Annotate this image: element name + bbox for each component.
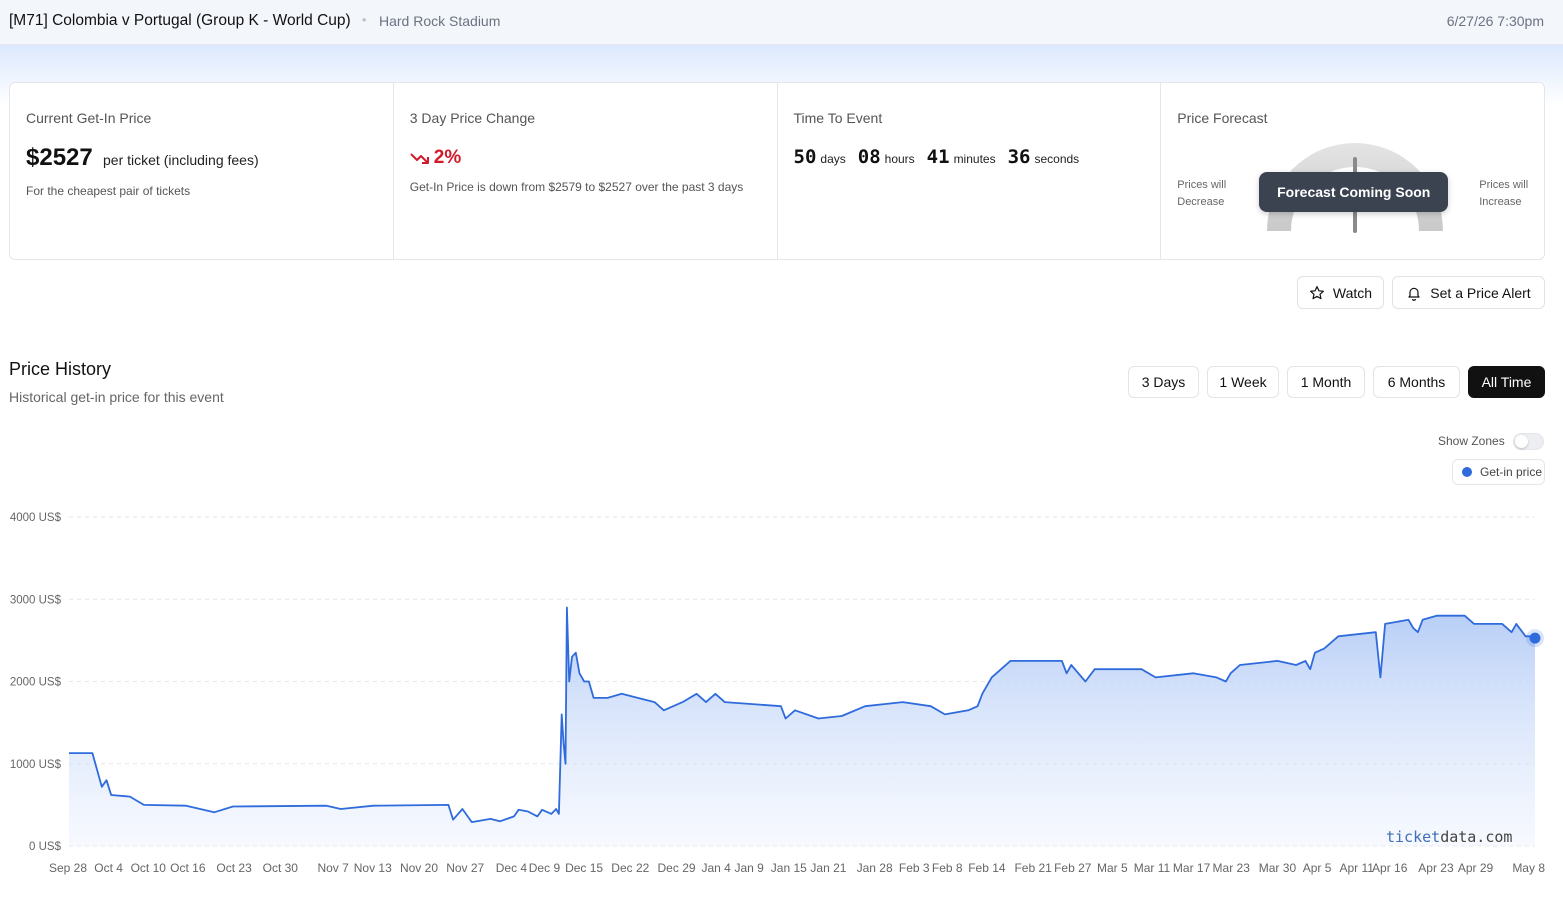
- show-zones-label: Show Zones: [1438, 434, 1505, 448]
- x-tick-label: Feb 21: [1014, 861, 1052, 875]
- range-3-days-button[interactable]: 3 Days: [1128, 366, 1199, 398]
- x-tick-label: Mar 30: [1259, 861, 1297, 875]
- x-tick-label: Feb 27: [1054, 861, 1092, 875]
- range-1-month-button[interactable]: 1 Month: [1287, 366, 1365, 398]
- stats-cards: Current Get-In Price $2527 per ticket (i…: [9, 82, 1545, 260]
- y-tick-label: 1000 US$: [10, 759, 62, 771]
- x-tick-label: Apr 11: [1339, 861, 1374, 875]
- x-tick-label: Mar 11: [1134, 861, 1171, 875]
- watch-label: Watch: [1332, 284, 1373, 301]
- card-label: 3 Day Price Change: [409, 110, 536, 126]
- x-tick-label: Oct 30: [263, 861, 299, 875]
- x-tick-label: Apr 29: [1458, 861, 1494, 875]
- x-tick-label: Jan 9: [734, 861, 764, 875]
- x-tick-label: Feb 8: [932, 861, 963, 875]
- venue-name: Hard Rock Stadium: [379, 13, 501, 29]
- last-point-marker[interactable]: [1529, 632, 1541, 644]
- x-tick-label: Feb 14: [968, 861, 1006, 875]
- x-tick-label: Oct 10: [131, 861, 167, 875]
- countdown-hours: 08: [857, 146, 881, 168]
- event-header: [M71] Colombia v Portugal (Group K - Wor…: [0, 0, 1563, 45]
- countdown-minutes-label: minutes: [953, 152, 996, 166]
- x-tick-label: Sep 28: [49, 861, 87, 875]
- x-tick-label: Nov 7: [317, 861, 349, 875]
- price-change-card: 3 Day Price Change 2% Get-In Price is do…: [394, 83, 778, 259]
- x-tick-label: Nov 27: [446, 861, 484, 875]
- x-tick-label: Oct 16: [170, 861, 206, 875]
- price-history-subtitle: Historical get-in price for this event: [9, 389, 224, 405]
- y-tick-label: 3000 US$: [10, 594, 62, 606]
- trend-down-icon: [410, 153, 429, 164]
- legend-swatch: [1462, 467, 1472, 477]
- countdown-seconds-label: seconds: [1034, 152, 1080, 166]
- y-tick-label: 4000 US$: [10, 512, 62, 524]
- bell-icon: [1408, 287, 1420, 301]
- range-all-time-button[interactable]: All Time: [1468, 366, 1545, 398]
- countdown: 50 days 08 hours 41 minutes 36 seconds: [794, 146, 1092, 168]
- x-tick-label: Dec 22: [611, 861, 649, 875]
- x-tick-label: Dec 9: [529, 861, 561, 875]
- current-price-value: $2527: [26, 144, 93, 171]
- x-tick-label: Nov 13: [354, 861, 392, 875]
- range-6-months-button[interactable]: 6 Months: [1373, 366, 1460, 398]
- price-history-chart: 0 US$ 1000 US$ 2000 US$ 3000 US$ 4000 US$ Se…: [10, 512, 1545, 875]
- watch-button[interactable]: Watch: [1297, 276, 1384, 309]
- x-tick-label: Dec 15: [565, 861, 603, 875]
- card-label: Price Forecast: [1177, 110, 1268, 126]
- forecast-coming-soon-badge: Forecast Coming Soon: [1259, 172, 1449, 212]
- price-change-value: 2%: [433, 147, 462, 168]
- x-tick-label: Mar 5: [1097, 861, 1128, 875]
- x-tick-label: Dec 29: [658, 861, 696, 875]
- event-datetime: 6/27/26 7:30pm: [1446, 13, 1544, 29]
- countdown-hours-label: hours: [884, 152, 915, 166]
- x-tick-label: Jan 4: [701, 861, 731, 875]
- countdown-days-label: days: [820, 152, 846, 166]
- legend-label: Get-in price: [1480, 465, 1543, 479]
- card-label: Time To Event: [793, 110, 883, 126]
- x-tick-label: Jan 21: [810, 861, 846, 875]
- star-icon: [1309, 285, 1324, 299]
- current-price-card: Current Get-In Price $2527 per ticket (i…: [10, 83, 394, 259]
- y-tick-label: 2000 US$: [10, 677, 62, 689]
- card-label: Current Get-In Price: [26, 110, 152, 126]
- x-tick-label: Apr 23: [1418, 861, 1454, 875]
- x-tick-label: Feb 3: [899, 861, 930, 875]
- set-price-alert-button[interactable]: Set a Price Alert: [1392, 276, 1545, 309]
- chart-legend[interactable]: Get-in price: [1452, 459, 1545, 485]
- toggle-knob: [1515, 435, 1528, 448]
- x-tick-label: Nov 20: [400, 861, 438, 875]
- x-tick-label: Jan 15: [771, 861, 807, 875]
- x-tick-label: Jan 28: [857, 861, 893, 875]
- x-tick-label: Apr 5: [1303, 861, 1332, 875]
- x-tick-label: Apr 16: [1372, 861, 1408, 875]
- countdown-days: 50: [793, 146, 817, 168]
- x-tick-label: Oct 4: [94, 861, 123, 875]
- x-tick-label: Oct 23: [216, 861, 252, 875]
- y-tick-label: 0 US$: [29, 841, 62, 853]
- per-ticket-note: per ticket (including fees): [103, 152, 259, 168]
- ticketdata-watermark: ticketdata.com: [1386, 828, 1513, 846]
- separator-dot: •: [362, 13, 367, 27]
- price-history-title: Price History: [9, 359, 112, 379]
- x-tick-label: Mar 17: [1173, 861, 1211, 875]
- show-zones-toggle[interactable]: [1513, 433, 1544, 450]
- x-tick-label: Mar 23: [1213, 861, 1251, 875]
- time-to-event-card: Time To Event 50 days 08 hours 41 minute…: [778, 83, 1162, 259]
- price-change-row: 2%: [410, 147, 461, 169]
- forecast-increase-label: Prices will Increase: [1479, 179, 1529, 208]
- price-forecast-card: Price Forecast Prices will Decrease Pric…: [1161, 83, 1544, 259]
- x-tick-label: May 8: [1512, 861, 1545, 875]
- card-subtext: For the cheapest pair of tickets: [26, 184, 191, 198]
- range-1-week-button[interactable]: 1 Week: [1207, 366, 1279, 398]
- countdown-minutes: 41: [926, 146, 950, 168]
- x-tick-label: Dec 4: [496, 861, 528, 875]
- event-title: [M71] Colombia v Portugal (Group K - Wor…: [9, 12, 351, 29]
- card-subtext: Get-In Price is down from $2579 to $2527…: [409, 180, 744, 194]
- series-area-get-in-price: [69, 607, 1535, 846]
- set-price-alert-label: Set a Price Alert: [1430, 284, 1531, 301]
- countdown-seconds: 36: [1007, 146, 1031, 168]
- forecast-decrease-label: Prices will Decrease: [1177, 179, 1227, 208]
